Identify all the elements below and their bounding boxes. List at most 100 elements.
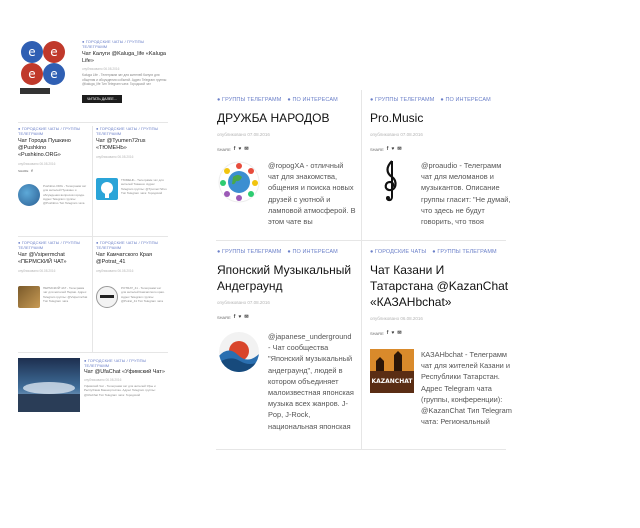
list-item: ● ГОРОДСКИЕ ЧАТЫ / ГРУППЫ ТЕЛЕГРАММ Чат … (18, 240, 90, 350)
share-label: SHARE (217, 314, 231, 320)
share-row: SHARE f ♥ ✉ (370, 146, 510, 152)
perm-avatar[interactable] (18, 286, 40, 308)
post-title[interactable]: Чат @Vsipermchat «ПЕРМСКИЙ ЧАТ» (18, 252, 90, 266)
post-date: опубликовано 07.08.2016 (370, 132, 423, 137)
share-label: SHARE (217, 146, 231, 152)
facebook-icon[interactable]: f (387, 146, 389, 152)
post-tags[interactable]: ● ГОРОДСКИЕ ЧАТЫ / ГРУППЫ ТЕЛЕГРАММ (82, 39, 168, 49)
read-more-button[interactable]: ЧИТАТЬ ДАЛЕЕ... (82, 94, 122, 103)
share-row: SHARE f (18, 169, 90, 173)
post-date: опубликовано 06.08.2016 (370, 316, 423, 321)
list-item: ● ГОРОДСКИЕ ЧАТЫ / ГРУППЫ ТЕЛЕГРАММ Чат … (96, 126, 168, 236)
post-tags[interactable]: ● ГОРОДСКИЕ ЧАТЫ / ГРУППЫ ТЕЛЕГРАММ (84, 358, 168, 368)
row-divider (216, 449, 506, 450)
category-link[interactable]: ● ГОРОДСКИЕ ЧАТЫ (370, 249, 426, 255)
post-excerpt: КАЗАНbchat - Телеграмм чат для жителей К… (421, 350, 512, 427)
share-row: SHARE f ♥ ✉ (370, 330, 510, 336)
post-excerpt: @japanese_underground - Чат сообщества "… (268, 332, 354, 431)
post-excerpt: @ropogXA - отличный чат для знакомства, … (268, 161, 356, 227)
ufa-image[interactable] (18, 358, 80, 412)
post-excerpt: Уфимский Чат - Телеграмм чат для жителей… (84, 384, 156, 397)
wave-image[interactable] (218, 331, 260, 378)
share-label: SHARE (370, 330, 384, 336)
svg-text:e: e (28, 45, 35, 59)
list-item: ● ГОРОДСКИЕ ЧАТЫ / ГРУППЫ ТЕЛЕГРАММ Чат … (18, 358, 168, 418)
svg-text:e: e (28, 67, 35, 81)
post-tags[interactable]: ● ГОРОДСКИЕ ЧАТЫ / ГРУППЫ ТЕЛЕГРАММ (96, 240, 168, 250)
post-excerpt: Pushkino.ORG - Телеграмм чат для жителей… (43, 184, 87, 206)
svg-text:e: e (50, 45, 57, 59)
kazan-chat-image[interactable]: KAZANCHAT (370, 349, 414, 398)
post-date: опубликовано 06.08.2016 (82, 67, 120, 71)
category-link[interactable]: ● ПО ИНТЕРЕСАМ (287, 97, 337, 103)
share-label: SHARE (370, 146, 384, 152)
post-date: опубликовано 07.08.2016 (217, 132, 270, 137)
facebook-icon[interactable]: f (234, 146, 236, 152)
divider (18, 236, 168, 237)
divider (18, 352, 168, 353)
row-divider (216, 240, 506, 241)
post-card: ● ГРУППЫ ТЕЛЕГРАММ ● ПО ИНТЕРЕСАМ ДРУЖБА… (217, 97, 357, 237)
divider (18, 122, 168, 123)
pushkino-avatar[interactable] (18, 184, 40, 206)
share-label: SHARE (18, 169, 29, 173)
post-title[interactable]: Чат Калуги @Kaluga_life «Kaluga Life» (82, 51, 168, 65)
post-card: ● ГРУППЫ ТЕЛЕГРАММ ● ПО ИНТЕРЕСАМ Pro.Mu… (370, 97, 510, 237)
category-link[interactable]: ● ГРУППЫ ТЕЛЕГРАММ (217, 97, 281, 103)
category-link[interactable]: ● ГРУППЫ ТЕЛЕГРАММ (217, 249, 281, 255)
post-card: ● ГОРОДСКИЕ ЧАТЫ ● ГРУППЫ ТЕЛЕГРАММ Чат … (370, 249, 512, 444)
category-link[interactable]: ● ПО ИНТЕРЕСАМ (440, 97, 490, 103)
category-link[interactable]: ● ГРУППЫ ТЕЛЕГРАММ (370, 97, 434, 103)
column-divider (361, 90, 362, 450)
facebook-icon[interactable]: f (387, 330, 389, 336)
post-tags[interactable]: ● ГОРОДСКИЕ ЧАТЫ / ГРУППЫ ТЕЛЕГРАММ (96, 126, 168, 136)
post-excerpt: ТЮМЕНЬ - Телеграмм чат для жителей Тюмен… (121, 178, 167, 195)
mail-icon[interactable]: ✉ (397, 330, 401, 336)
post-title[interactable]: ДРУЖБА НАРОДОВ (217, 110, 357, 126)
featured-post: e e e e ● ГОРОДСКИЕ ЧАТЫ / ГРУППЫ ТЕЛЕГР… (18, 38, 168, 120)
svg-text:KAZANCHAT: KAZANCHAT (371, 378, 413, 385)
post-title[interactable]: Чат @UfaChat «Уфимский Чат» (84, 369, 168, 376)
heart-icon[interactable]: ♥ (391, 146, 394, 152)
post-date: опубликовано 07.08.2016 (217, 300, 270, 305)
post-date: опубликовано 06.08.2016 (18, 162, 56, 166)
mail-icon[interactable]: ✉ (244, 146, 248, 152)
facebook-icon[interactable]: f (31, 169, 32, 173)
heart-icon[interactable]: ♥ (238, 314, 241, 320)
post-date: опубликовано 06.08.2016 (84, 378, 122, 382)
post-title[interactable]: Японский Музыкальный Андеграунд (217, 262, 357, 294)
heart-icon[interactable]: ♥ (238, 146, 241, 152)
svg-text:e: e (50, 67, 57, 81)
post-excerpt: POTRAT_41 - Телеграмм чат для жителей Ка… (121, 286, 165, 303)
list-item: ● ГОРОДСКИЕ ЧАТЫ / ГРУППЫ ТЕЛЕГРАММ Чат … (96, 240, 168, 350)
list-item: ● ГОРОДСКИЕ ЧАТЫ / ГРУППЫ ТЕЛЕГРАММ Чат … (18, 126, 90, 236)
share-row: SHARE f ♥ ✉ (217, 314, 357, 320)
post-card: ● ГРУППЫ ТЕЛЕГРАММ ● ПО ИНТЕРЕСАМ Японск… (217, 249, 357, 444)
post-tags[interactable]: ● ГОРОДСКИЕ ЧАТЫ / ГРУППЫ ТЕЛЕГРАММ (18, 240, 90, 250)
post-title[interactable]: Чат Казани И Татарстана @KazanChat «КАЗА… (370, 262, 510, 310)
post-title[interactable]: Чат Города Пушкино @Pushkino «Pushkino.O… (18, 138, 90, 159)
post-excerpt: @proaudio - Телеграмм чат для меломанов … (421, 161, 511, 227)
treble-clef-icon[interactable] (380, 157, 402, 208)
kamchatka-avatar[interactable] (96, 286, 118, 308)
post-excerpt: Kaluga Life - Телеграмм чат для жителей … (82, 73, 167, 87)
globe-image[interactable] (218, 161, 260, 208)
category-link[interactable]: ● ГРУППЫ ТЕЛЕГРАММ (432, 249, 496, 255)
post-excerpt: ПЕРМСКИЙ ЧАТ - Телеграмм чат для жителей… (43, 286, 88, 303)
post-tags[interactable]: ● ГОРОДСКИЕ ЧАТЫ / ГРУППЫ ТЕЛЕГРАММ (18, 126, 90, 136)
mail-icon[interactable]: ✉ (397, 146, 401, 152)
post-title[interactable]: Чат Камчатского Края @Potrat_41 (96, 252, 168, 266)
facebook-icon[interactable]: f (234, 314, 236, 320)
tyumen-avatar[interactable] (96, 178, 118, 200)
post-date: опубликовано 06.08.2016 (96, 155, 134, 159)
mail-icon[interactable]: ✉ (244, 314, 248, 320)
divider (92, 126, 93, 352)
post-title[interactable]: Чат @Tyumen72rus «ТЮМЕНЬ» (96, 138, 168, 152)
post-date: опубликовано 06.08.2016 (18, 269, 56, 273)
share-row: SHARE f ♥ ✉ (217, 146, 357, 152)
kaluga-logo-image[interactable]: e e e e (18, 38, 78, 98)
heart-icon[interactable]: ♥ (391, 330, 394, 336)
category-link[interactable]: ● ПО ИНТЕРЕСАМ (287, 249, 337, 255)
post-date: опубликовано 06.08.2016 (96, 269, 134, 273)
post-title[interactable]: Pro.Music (370, 110, 510, 126)
